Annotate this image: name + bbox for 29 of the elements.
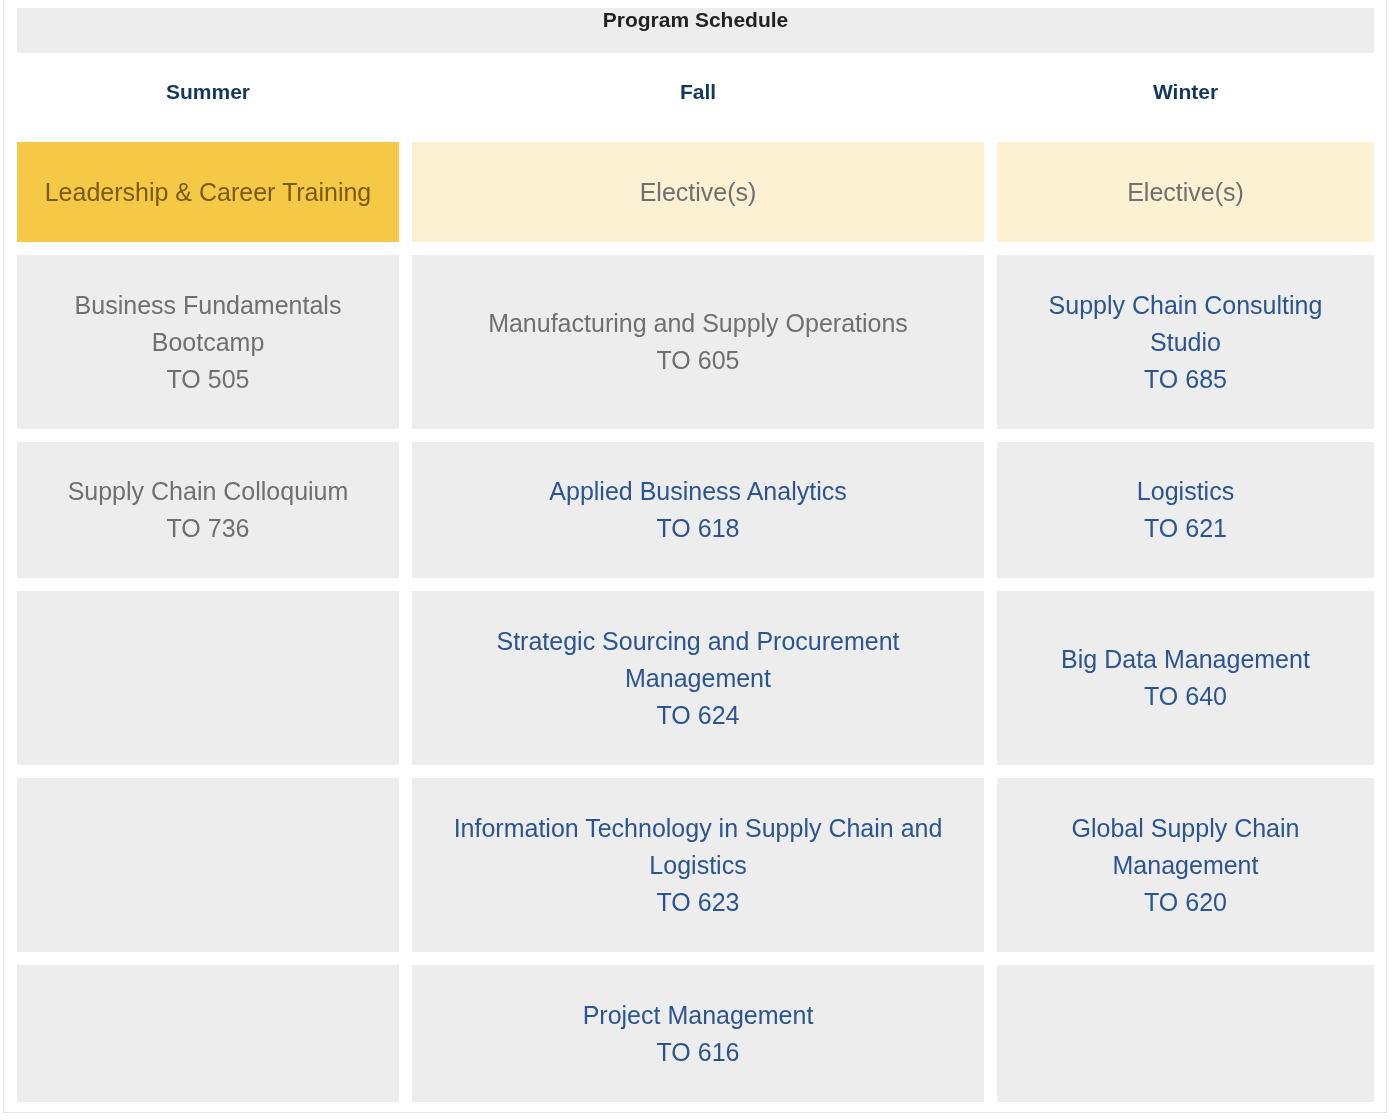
course-link[interactable]: Global Supply Chain Management xyxy=(1037,809,1334,884)
course-code-link[interactable]: TO 621 xyxy=(1144,510,1227,547)
course-code-link[interactable]: TO 616 xyxy=(656,1033,740,1071)
cell-label: Elective(s) xyxy=(1127,176,1244,208)
course-code-link[interactable]: TO 640 xyxy=(1144,678,1227,715)
course-link[interactable]: Information Technology in Supply Chain and Logistics xyxy=(452,809,944,884)
cell-label: Leadership & Career Training xyxy=(44,176,372,208)
cell-label: Elective(s) xyxy=(639,176,757,208)
course-code-link[interactable]: TO 618 xyxy=(656,510,740,547)
course-link[interactable]: Supply Chain Consulting Studio xyxy=(1037,286,1334,361)
course-link[interactable]: Applied Business Analytics xyxy=(549,473,847,510)
course-code-link[interactable]: TO 623 xyxy=(656,883,740,921)
course-code: TO 736 xyxy=(166,513,250,544)
course-link[interactable]: Strategic Sourcing and Procurement Management xyxy=(452,622,944,697)
course-link[interactable]: Project Management xyxy=(582,996,814,1034)
course-link[interactable]: Logistics xyxy=(1136,473,1235,510)
course-title: Supply Chain Colloquium xyxy=(67,476,349,507)
column-header: Fall xyxy=(679,80,717,104)
course-code-link[interactable]: TO 624 xyxy=(656,696,740,734)
course-code-link[interactable]: TO 685 xyxy=(1144,360,1227,398)
schedule-title: Program Schedule xyxy=(602,8,789,33)
course-code-link[interactable]: TO 620 xyxy=(1144,883,1227,921)
course-title: Manufacturing and Supply Operations xyxy=(488,308,908,339)
column-header: Summer xyxy=(166,80,250,104)
course-code: TO 505 xyxy=(166,363,250,395)
course-link[interactable]: Big Data Management xyxy=(1061,641,1310,678)
course-code: TO 605 xyxy=(656,345,740,376)
course-title: Business Fundamentals Bootcamp xyxy=(73,289,343,358)
column-header: Winter xyxy=(1152,80,1219,104)
